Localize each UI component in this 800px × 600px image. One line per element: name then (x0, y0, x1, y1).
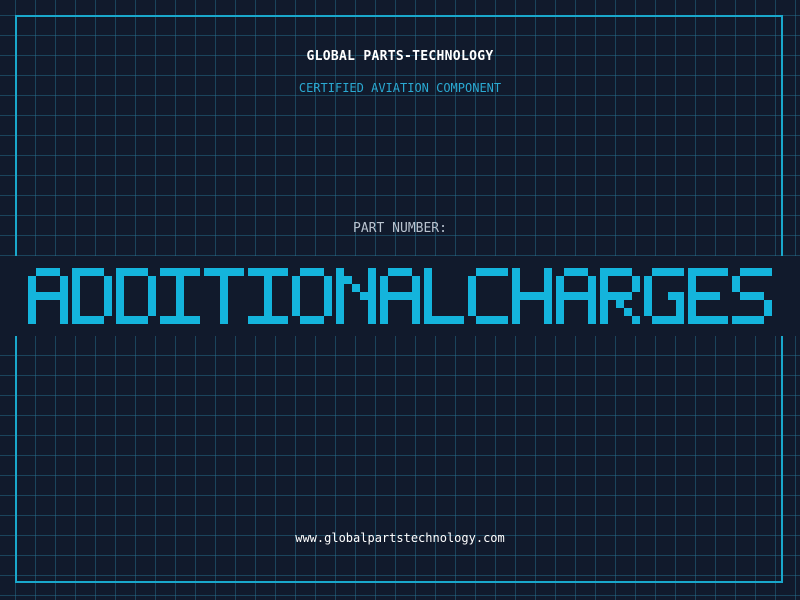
part-number-letter (336, 268, 376, 324)
part-number-letter (600, 268, 640, 324)
part-number-letter (556, 268, 596, 324)
part-number-letter (512, 268, 552, 324)
label-card: GLOBAL PARTS-TECHNOLOGY CERTIFIED AVIATI… (0, 0, 800, 600)
part-number-letter (28, 268, 68, 324)
part-number-letter (732, 268, 772, 324)
part-number-letter (644, 268, 684, 324)
certification-tagline: CERTIFIED AVIATION COMPONENT (298, 81, 502, 95)
part-number-value (28, 268, 772, 324)
part-number-letter (380, 268, 420, 324)
part-number-label: PART NUMBER: (353, 221, 447, 236)
part-number-letter (160, 268, 200, 324)
part-number-letter (468, 268, 508, 324)
part-number-letter (292, 268, 332, 324)
part-number-letter (204, 268, 244, 324)
part-number-letter (248, 268, 288, 324)
part-number-letter (688, 268, 728, 324)
part-number-letter (424, 268, 464, 324)
part-number-glyphs (28, 268, 772, 324)
website-url: www.globalpartstechnology.com (295, 531, 505, 545)
part-number-letter (72, 268, 112, 324)
company-name: GLOBAL PARTS-TECHNOLOGY (306, 49, 494, 64)
part-number-letter (116, 268, 156, 324)
